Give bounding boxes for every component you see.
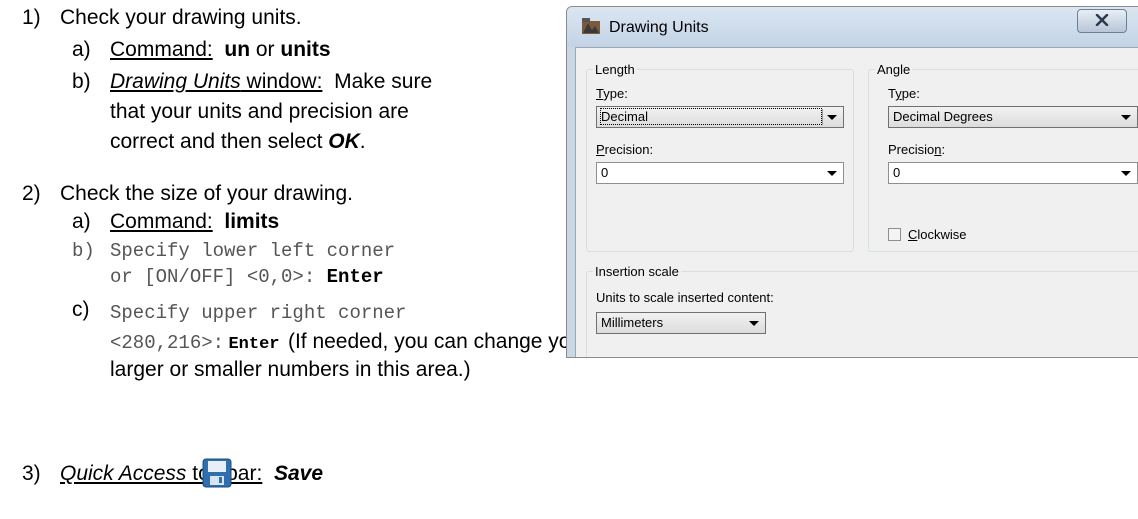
length-legend: Length: [595, 62, 635, 77]
chevron-down-icon: [827, 171, 837, 176]
prompt-text: <280,216>:: [110, 332, 225, 354]
angle-precision-label: Precision:: [888, 142, 946, 157]
step-1b-line2: that your units and precision are: [110, 100, 409, 123]
dialog-titlebar[interactable]: Drawing Units: [567, 7, 1138, 47]
angle-type-label: Type:: [888, 86, 920, 101]
note-line2: larger or smaller numbers in this area.): [110, 358, 471, 381]
step-2b-letter: b): [72, 240, 95, 262]
step-1-text: Check your drawing units.: [60, 6, 302, 29]
step-2b-line2: or [ON/OFF] <0,0>: Enter: [110, 266, 384, 288]
step-2c-letter: c): [72, 298, 90, 321]
chevron-down-icon: [1121, 115, 1131, 120]
dialog-title: Drawing Units: [609, 19, 709, 36]
length-type-select[interactable]: Decimal: [596, 106, 844, 128]
insertion-units-value: Millimeters: [601, 315, 664, 330]
close-button[interactable]: [1077, 9, 1127, 33]
drawing-units-dialog: Drawing Units Length Type: Decimal Preci…: [566, 6, 1138, 358]
step-1b-line1: Drawing Units window: Make sure: [110, 70, 432, 94]
command-units: units: [280, 38, 331, 61]
step-1-number: 1): [22, 6, 41, 29]
step-2c-line1: Specify upper right corner: [110, 302, 407, 324]
step-2a-line: Command: limits: [110, 210, 279, 234]
window-text: window:: [240, 70, 323, 93]
make-sure-text: Make sure: [334, 70, 433, 93]
chevron-down-icon: [749, 321, 759, 326]
insertion-scale-group: Insertion scale: [586, 264, 1138, 357]
command-limits: limits: [224, 210, 280, 233]
command-label: Command:: [110, 38, 213, 61]
step-2a-letter: a): [72, 210, 91, 233]
step-2-text: Check the size of your drawing.: [60, 182, 353, 205]
chevron-down-icon: [1121, 171, 1131, 176]
length-type-label: Type:: [596, 86, 628, 101]
angle-type-select[interactable]: Decimal Degrees: [888, 106, 1138, 128]
insertion-units-select[interactable]: Millimeters: [596, 312, 766, 334]
select-text: correct and then select: [110, 130, 323, 153]
command-un: un: [224, 38, 251, 61]
step-1b-line3: correct and then select OK.: [110, 130, 366, 153]
insertion-legend: Insertion scale: [595, 264, 679, 279]
angle-type-value: Decimal Degrees: [893, 109, 993, 124]
length-precision-value: 0: [601, 165, 609, 180]
enter-key: Enter: [326, 266, 384, 288]
dialog-client-area: Length Type: Decimal Precision: 0 Angle …: [575, 47, 1138, 357]
step-2-number: 2): [22, 182, 41, 205]
save-ref: Save: [273, 462, 324, 485]
floppy-disk-icon: [202, 458, 232, 488]
drawing-units-ref: Drawing Units: [110, 70, 241, 93]
clockwise-checkbox[interactable]: [888, 228, 901, 241]
prompt-text: or [ON/OFF] <0,0>:: [110, 266, 316, 288]
command-label: Command:: [110, 210, 213, 233]
step-2b-line1: Specify lower left corner: [110, 240, 396, 262]
chevron-down-icon: [827, 115, 837, 120]
clockwise-label[interactable]: Clockwise: [908, 227, 967, 242]
step-1a-line: Command: un or units: [110, 38, 331, 62]
length-precision-select[interactable]: 0: [596, 162, 844, 184]
enter-key: Enter: [228, 335, 280, 354]
step-3-line: Quick Access toolbar: Save: [60, 462, 323, 486]
length-type-value: Decimal: [600, 108, 822, 125]
angle-legend: Angle: [877, 62, 911, 77]
angle-precision-value: 0: [893, 165, 901, 180]
length-precision-label: Precision:: [596, 142, 654, 157]
step-3-number: 3): [22, 462, 41, 485]
close-icon: [1095, 14, 1109, 26]
step-1a-letter: a): [72, 38, 91, 61]
step-1b-letter: b): [72, 70, 91, 93]
quick-access-ref: Quick Access: [60, 462, 187, 485]
or-text: or: [255, 38, 275, 61]
ok-ref: OK: [328, 130, 360, 153]
insertion-label: Units to scale inserted content:: [596, 290, 774, 305]
angle-precision-select[interactable]: 0: [888, 162, 1138, 184]
drawing-units-icon: [582, 18, 600, 34]
